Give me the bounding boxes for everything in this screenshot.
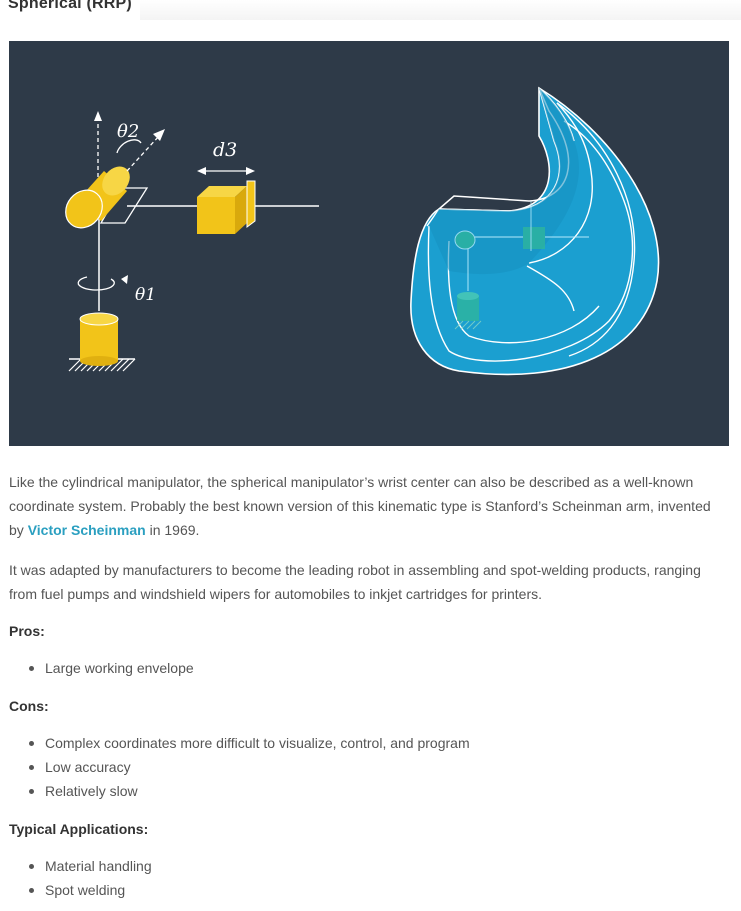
- working-envelope: [410, 86, 660, 376]
- theta2-label: θ2: [117, 121, 139, 142]
- paragraph-intro-tail: in 1969.: [145, 522, 200, 538]
- list-item: Large working envelope: [9, 656, 194, 680]
- section-header: Spherical (RRP): [0, 0, 741, 22]
- theta1-rotation-arrow: [77, 276, 115, 291]
- kinematic-diagram: θ1 θ2 d3: [65, 111, 319, 372]
- pros-heading: Pros:: [9, 623, 45, 639]
- applications-list: Material handling Spot welding: [9, 854, 152, 902]
- d3-label: d3: [213, 139, 237, 161]
- header-shadow: [140, 0, 741, 20]
- victor-scheinman-link[interactable]: Victor Scheinman: [28, 522, 146, 538]
- list-item: Material handling: [9, 854, 152, 878]
- shoulder-joint: [65, 166, 130, 229]
- list-item: Spot welding: [9, 878, 152, 902]
- applications-heading: Typical Applications:: [9, 821, 149, 837]
- list-item: Low accuracy: [9, 755, 470, 779]
- figure-svg: θ1 θ2 d3: [65, 86, 660, 376]
- list-item: Relatively slow: [9, 779, 470, 803]
- list-item: Complex coordinates more difficult to vi…: [9, 731, 470, 755]
- pros-list: Large working envelope: [9, 656, 194, 680]
- spherical-robot-figure: θ1 θ2 d3: [9, 41, 729, 446]
- cons-heading: Cons:: [9, 698, 49, 714]
- prismatic-joint: [197, 180, 256, 234]
- cons-list: Complex coordinates more difficult to vi…: [9, 731, 470, 803]
- base-joint: [79, 312, 119, 366]
- theta1-label: θ1: [135, 285, 156, 305]
- paragraph-intro: Like the cylindrical manipulator, the sp…: [9, 470, 725, 542]
- paragraph-adoption: It was adapted by manufacturers to becom…: [9, 562, 701, 602]
- section-title: Spherical (RRP): [8, 0, 132, 12]
